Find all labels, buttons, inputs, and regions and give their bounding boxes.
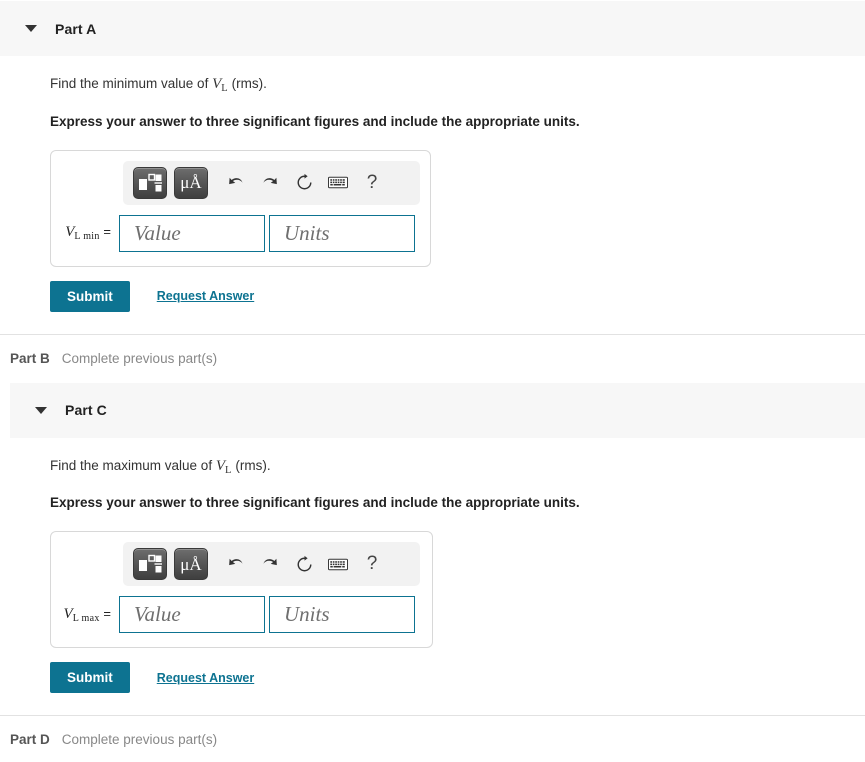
instruction-text-a: Express your answer to three significant…	[50, 113, 580, 129]
undo-icon-a[interactable]	[221, 168, 251, 198]
math-template-icon	[139, 554, 162, 573]
value-placeholder-a: Value	[134, 220, 181, 245]
question-prefix-c: Find the maximum value of	[50, 457, 216, 473]
question-suffix-c: (rms).	[231, 457, 271, 473]
reset-circular-arrow-glyph	[297, 173, 311, 190]
question-prefix-a: Find the minimum value of	[50, 76, 213, 91]
value-placeholder-c: Value	[134, 602, 181, 627]
answer-variable-label-a: VL min =	[63, 224, 119, 242]
answer-var-sub-c: L max	[72, 612, 100, 624]
units-button-a[interactable]: μÅ	[174, 166, 208, 199]
units-button-c[interactable]: μÅ	[174, 548, 208, 581]
units-button-label-a: μÅ	[180, 173, 202, 193]
keyboard-icon-c[interactable]	[323, 549, 353, 579]
question-text-a: Find the minimum value of VL (rms).	[50, 74, 865, 97]
part-title-a: Part A	[55, 20, 97, 37]
spacer-after-part-a	[0, 312, 865, 334]
value-input-a[interactable]: Value	[119, 214, 265, 252]
answer-var-sub-a: L min	[74, 231, 100, 243]
undo-arrow-glyph	[229, 558, 243, 566]
math-template-button-a[interactable]	[133, 166, 167, 199]
question-var-a: V	[212, 76, 222, 92]
part-body-a: Find the minimum value of VL (rms). Expr…	[0, 56, 865, 312]
part-section-c: Part C Find the maximum value of VL (rms…	[0, 381, 865, 694]
answer-equals-a: =	[103, 224, 111, 240]
math-template-icon	[139, 173, 162, 192]
collapsed-part-d-name: Part D	[10, 732, 50, 748]
answer-equals-c: =	[103, 605, 111, 621]
answer-box-a: μÅ ? VL min = Value Units	[50, 149, 431, 267]
keyboard-glyph	[328, 176, 348, 189]
spacer-after-part-c	[0, 693, 865, 715]
answer-var-c: V	[63, 605, 73, 622]
help-icon-a[interactable]: ?	[357, 168, 387, 198]
help-icon-c[interactable]: ?	[357, 549, 387, 579]
units-input-a[interactable]: Units	[269, 214, 415, 252]
part-section-a: Part A Find the minimum value of VL (rms…	[0, 0, 865, 312]
question-var-sub-c: L	[225, 464, 232, 476]
answer-var-a: V	[65, 224, 75, 241]
reset-circular-arrow-glyph	[297, 555, 311, 572]
value-input-c[interactable]: Value	[119, 596, 265, 634]
question-var-sub-a: L	[221, 83, 228, 94]
units-placeholder-a: Units	[284, 220, 330, 245]
caret-down-icon[interactable]	[25, 25, 37, 32]
collapsed-part-b-status: Complete previous part(s)	[61, 350, 218, 366]
undo-arrow-glyph	[229, 177, 243, 184]
keyboard-glyph	[328, 558, 348, 570]
question-var-c: V	[215, 457, 225, 474]
units-placeholder-c: Units	[284, 602, 330, 627]
homework-page: Part A Find the minimum value of VL (rms…	[0, 0, 865, 762]
math-toolbar-c: μÅ ?	[123, 542, 420, 587]
undo-icon-c[interactable]	[221, 549, 251, 579]
answer-input-row-c: VL max = Value Units	[63, 596, 420, 634]
collapsed-part-d[interactable]: Part D Complete previous part(s)	[0, 716, 865, 762]
answer-input-row-a: VL min = Value Units	[63, 214, 418, 252]
answer-variable-label-c: VL max =	[63, 606, 119, 624]
part-header-c[interactable]: Part C	[10, 381, 865, 438]
redo-icon-c[interactable]	[255, 549, 285, 579]
instruction-text-c: Express your answer to three significant…	[50, 495, 580, 511]
question-suffix-a: (rms).	[227, 76, 267, 91]
collapsed-part-d-status: Complete previous part(s)	[61, 732, 218, 748]
reset-icon-c[interactable]	[289, 549, 319, 579]
collapsed-part-b-name: Part B	[10, 350, 50, 366]
math-template-button-c[interactable]	[133, 548, 167, 581]
caret-down-icon[interactable]	[35, 406, 47, 414]
question-text-c: Find the maximum value of VL (rms).	[50, 456, 865, 479]
part-title-c: Part C	[65, 402, 107, 419]
submit-row-c: Submit Request Answer	[50, 662, 865, 694]
keyboard-icon-a[interactable]	[323, 168, 353, 198]
submit-button-c[interactable]: Submit	[50, 662, 130, 694]
request-answer-link-c[interactable]: Request Answer	[157, 671, 254, 685]
request-answer-link-a[interactable]: Request Answer	[157, 289, 254, 303]
redo-arrow-glyph	[263, 558, 277, 566]
submit-row-a: Submit Request Answer	[50, 280, 865, 312]
collapsed-part-b[interactable]: Part B Complete previous part(s)	[0, 335, 865, 382]
math-toolbar-a: μÅ ?	[123, 160, 420, 205]
redo-icon-a[interactable]	[255, 168, 285, 198]
part-body-c: Find the maximum value of VL (rms). Expr…	[0, 438, 865, 694]
part-header-a[interactable]: Part A	[0, 0, 865, 56]
units-button-label-c: μÅ	[180, 554, 202, 574]
reset-icon-a[interactable]	[289, 168, 319, 198]
answer-box-c: μÅ ? VL max = Value Units	[50, 531, 433, 649]
redo-arrow-glyph	[263, 177, 277, 184]
units-input-c[interactable]: Units	[269, 596, 415, 634]
submit-button-a[interactable]: Submit	[50, 280, 130, 312]
